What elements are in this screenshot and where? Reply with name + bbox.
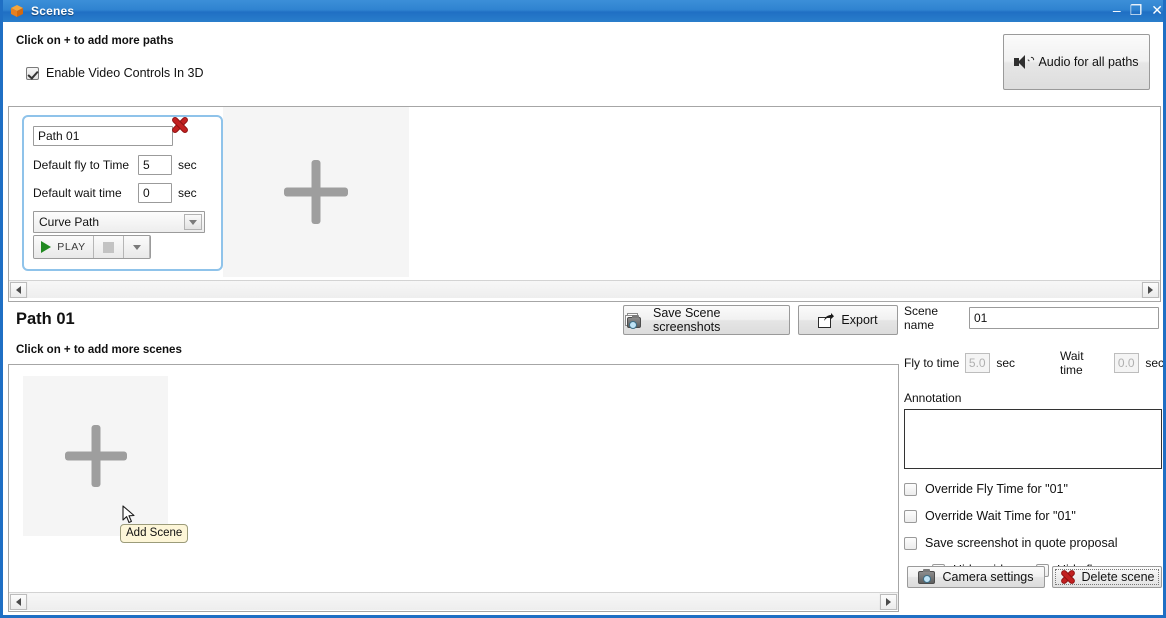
override-wait-time-label: Override Wait Time for "01" — [925, 509, 1076, 523]
mouse-cursor — [122, 505, 136, 525]
override-fly-time-label: Override Fly Time for "01" — [925, 482, 1068, 496]
add-scene-tile[interactable] — [23, 376, 168, 536]
delete-scene-button[interactable]: Delete scene — [1052, 566, 1162, 588]
stop-button[interactable] — [94, 236, 124, 258]
playback-button-group: PLAY — [33, 235, 151, 259]
camera-icon — [918, 568, 936, 584]
default-fly-time-row: Default fly to Time sec — [33, 155, 212, 175]
path-name-row — [33, 117, 212, 147]
scenes-horizontal-scrollbar[interactable] — [9, 592, 898, 610]
save-screenshot-quote-label: Save screenshot in quote proposal — [925, 536, 1118, 550]
plus-icon — [65, 425, 127, 487]
plus-icon — [284, 160, 348, 224]
scenes-strip — [9, 365, 898, 591]
path-type-value: Curve Path — [39, 215, 100, 229]
scroll-right-button[interactable] — [1142, 281, 1159, 298]
scene-times-row: Fly to time 5.0 sec Wait time 0.0 sec — [904, 349, 1165, 377]
window-title: Scenes — [31, 4, 75, 18]
wait-time-label: Wait time — [1060, 349, 1084, 377]
scene-name-label: Scene name — [904, 304, 939, 332]
add-scene-tooltip: Add Scene — [120, 524, 189, 543]
fly-to-time-input[interactable]: 5.0 — [964, 353, 991, 373]
enable-video-controls-label: Enable Video Controls In 3D — [46, 66, 204, 80]
paths-panel: Default fly to Time sec Default wait tim… — [8, 106, 1161, 302]
box-3d-icon — [9, 3, 25, 19]
scroll-right-button[interactable] — [880, 593, 897, 610]
cameras-icon — [624, 312, 646, 329]
scene-properties-panel: Scene name Fly to time 5.0 sec Wait time… — [904, 304, 1165, 612]
save-scene-screenshots-label: Save Scene screenshots — [653, 306, 721, 334]
save-scene-screenshots-button[interactable]: Save Scene screenshots — [623, 305, 790, 335]
playback-options-button[interactable] — [124, 236, 150, 258]
scroll-track[interactable] — [28, 593, 879, 610]
wait-time-input[interactable]: 0.0 — [1113, 353, 1140, 373]
play-icon — [41, 241, 52, 253]
override-fly-time-checkbox[interactable]: Override Fly Time for "01" — [904, 482, 1163, 496]
red-x-icon — [1060, 569, 1077, 586]
paths-hint-text: Click on + to add more paths — [16, 35, 174, 47]
fly-to-time-unit: sec — [996, 356, 1015, 370]
scenes-panel — [8, 364, 899, 612]
minimize-button[interactable]: – — [1113, 1, 1121, 19]
checkbox-box[interactable] — [26, 66, 39, 80]
path-card[interactable]: Default fly to Time sec Default wait tim… — [22, 115, 223, 271]
scenes-hint-text: Click on + to add more scenes — [16, 344, 182, 356]
speaker-icon — [1014, 55, 1037, 69]
delete-path-button[interactable] — [172, 117, 202, 147]
chevron-down-icon[interactable] — [184, 214, 202, 230]
paths-strip: Default fly to Time sec Default wait tim… — [9, 107, 1160, 279]
override-wait-time-checkbox[interactable]: Override Wait Time for "01" — [904, 509, 1163, 523]
default-wait-time-row: Default wait time sec — [33, 183, 212, 203]
default-wait-time-unit: sec — [178, 186, 197, 200]
default-fly-time-unit: sec — [178, 158, 197, 172]
default-wait-time-label: Default wait time — [33, 186, 122, 200]
close-button[interactable]: ✕ — [1151, 1, 1163, 19]
annotation-textarea[interactable] — [904, 409, 1162, 469]
audio-button-label: Audio for all paths — [1038, 55, 1139, 69]
scenes-window: Scenes – ❐ ✕ Click on + to add more path… — [0, 0, 1166, 618]
scroll-track[interactable] — [28, 281, 1141, 298]
path-name-input[interactable] — [33, 126, 173, 146]
add-path-tile[interactable] — [223, 107, 409, 277]
stop-square-icon — [103, 241, 114, 253]
fly-to-time-label: Fly to time — [904, 356, 960, 370]
scroll-left-button[interactable] — [10, 593, 27, 610]
default-fly-time-label: Default fly to Time — [33, 158, 130, 172]
chevron-down-icon — [132, 244, 141, 250]
audio-for-all-paths-button[interactable]: Audio for all paths — [1003, 34, 1150, 90]
scene-name-input[interactable] — [969, 307, 1159, 329]
play-button[interactable]: PLAY — [34, 236, 94, 258]
default-fly-time-input[interactable] — [138, 155, 172, 175]
save-screenshot-quote-checkbox[interactable]: Save screenshot in quote proposal — [904, 536, 1163, 550]
export-label: Export — [841, 313, 878, 327]
title-bar: Scenes – ❐ ✕ — [3, 0, 1163, 22]
default-wait-time-input[interactable] — [138, 183, 172, 203]
paths-horizontal-scrollbar[interactable] — [9, 280, 1160, 298]
camera-settings-button[interactable]: Camera settings — [907, 566, 1045, 588]
checkbox-box[interactable] — [904, 509, 917, 523]
play-label: PLAY — [57, 241, 86, 253]
path-title: Path 01 — [16, 310, 75, 328]
wait-time-unit: sec — [1145, 356, 1165, 370]
export-icon — [818, 312, 835, 328]
checkbox-box[interactable] — [904, 482, 917, 496]
camera-settings-label: Camera settings — [942, 570, 1034, 584]
export-button[interactable]: Export — [798, 305, 898, 335]
checkbox-box[interactable] — [904, 536, 917, 550]
scene-name-row: Scene name — [904, 304, 1163, 332]
annotation-label: Annotation — [904, 391, 962, 405]
enable-video-controls-checkbox[interactable]: Enable Video Controls In 3D — [26, 66, 204, 80]
window-controls: – ❐ ✕ — [1113, 1, 1163, 19]
path-type-select[interactable]: Curve Path — [33, 211, 205, 233]
scroll-left-button[interactable] — [10, 281, 27, 298]
maximize-button[interactable]: ❐ — [1130, 1, 1143, 19]
